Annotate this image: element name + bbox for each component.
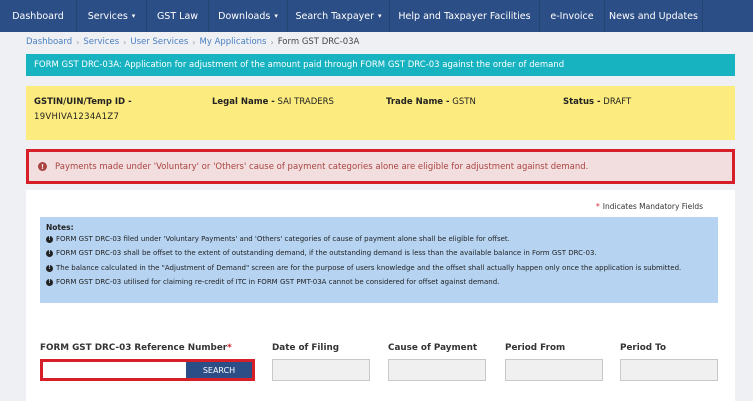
- exclamation-circle-icon: !: [46, 250, 53, 258]
- nav-label: Search Taxpayer: [295, 10, 375, 22]
- asterisk-icon: *: [596, 202, 600, 211]
- note-item: ! FORM GST DRC-03 shall be offset to the …: [46, 249, 712, 258]
- period-to-label: Period To: [620, 343, 667, 353]
- date-of-filing-field: [272, 359, 370, 381]
- status-label: Status -: [563, 97, 601, 107]
- legal-name-label: Legal Name -: [212, 97, 275, 107]
- nav-services[interactable]: Services ▾: [77, 0, 147, 32]
- notes-box: Notes: ! FORM GST DRC-03 filed under 'Vol…: [40, 217, 718, 303]
- note-item: ! FORM GST DRC-03 filed under 'Voluntary …: [46, 235, 712, 244]
- nav-dashboard[interactable]: Dashboard: [0, 0, 77, 32]
- caret-down-icon: ▾: [131, 12, 136, 20]
- ref-number-label-text: FORM GST DRC-03 Reference Number: [40, 343, 228, 353]
- note-text: The balance calculated in the "Adjustmen…: [56, 263, 682, 272]
- nav-label: Dashboard: [12, 10, 64, 22]
- exclamation-circle-icon: !: [46, 236, 53, 243]
- status-value: DRAFT: [603, 97, 632, 107]
- ref-number-group: SEARCH: [40, 359, 255, 381]
- breadcrumb-user-services[interactable]: User Services: [130, 37, 188, 47]
- caret-down-icon: ▾: [378, 12, 382, 20]
- nav-label: Help and Taxpayer Facilities: [398, 10, 531, 22]
- note-text: FORM GST DRC-03 shall be offset to the e…: [56, 249, 597, 258]
- legal-name-value: SAI TRADERS: [277, 97, 334, 107]
- gstin-label: GSTIN/UIN/Temp ID -: [34, 97, 132, 107]
- nav-news[interactable]: News and Updates: [605, 0, 703, 32]
- eligibility-alert: ! Payments made under 'Voluntary' or 'Ot…: [26, 149, 735, 184]
- trade-name-label: Trade Name -: [386, 97, 450, 107]
- nav-gst-law[interactable]: GST Law: [147, 0, 209, 32]
- note-text: FORM GST DRC-03 filed under 'Voluntary P…: [56, 235, 510, 243]
- exclamation-circle-icon: !: [38, 162, 47, 171]
- nav-label: GST Law: [156, 10, 199, 22]
- top-navbar: Dashboard Services ▾ GST Law Downloads ▾ S…: [0, 0, 753, 32]
- breadcrumb-my-applications[interactable]: My Applications: [200, 37, 267, 47]
- breadcrumb: Dashboard › Services › User Services › M…: [26, 36, 359, 48]
- breadcrumb-separator-icon: ›: [270, 37, 274, 47]
- cause-of-payment-field: [388, 359, 486, 381]
- form-panel: * Indicates Mandatory Fields Notes: ! FORM…: [26, 190, 735, 401]
- alert-text: Payments made under 'Voluntary' or 'Othe…: [55, 161, 589, 172]
- legal-name-field: Legal Name - SAI TRADERS: [212, 97, 334, 107]
- mandatory-note: * Indicates Mandatory Fields: [596, 202, 703, 211]
- note-item: ! FORM GST DRC-03 utilised for claiming r…: [46, 278, 712, 287]
- trade-name-value: GSTN: [452, 97, 476, 107]
- trade-name-field: Trade Name - GSTN: [386, 97, 476, 107]
- nav-label: Downloads: [218, 10, 271, 22]
- mandatory-note-text: Indicates Mandatory Fields: [602, 202, 703, 211]
- nav-label: Services: [87, 10, 128, 22]
- form-title-bar: FORM GST DRC-03A: Application for adjust…: [26, 54, 735, 76]
- nav-label: News and Updates: [609, 10, 698, 22]
- caret-down-icon: ▾: [274, 12, 278, 20]
- notes-title: Notes:: [46, 223, 74, 232]
- breadcrumb-current: Form GST DRC-03A: [277, 37, 360, 47]
- exclamation-circle-icon: !: [46, 265, 53, 272]
- search-button[interactable]: SEARCH: [186, 362, 252, 378]
- cause-of-payment-label: Cause of Payment: [388, 343, 478, 353]
- period-from-label: Period From: [505, 343, 566, 353]
- status-field: Status - DRAFT: [563, 97, 631, 107]
- taxpayer-details: GSTIN/UIN/Temp ID - 19VHIVA1234A1Z7 Lega…: [26, 86, 735, 140]
- nav-label: e-Invoice: [550, 10, 594, 22]
- breadcrumb-separator-icon: ›: [192, 37, 196, 47]
- note-text: FORM GST DRC-03 utilised for claiming re…: [56, 278, 500, 287]
- nav-help[interactable]: Help and Taxpayer Facilities: [390, 0, 540, 32]
- asterisk-icon: *: [227, 343, 232, 353]
- breadcrumb-services[interactable]: Services: [83, 37, 119, 47]
- note-item: ! The balance calculated in the "Adjustme…: [46, 264, 712, 273]
- form-title: FORM GST DRC-03A: Application for adjust…: [34, 60, 565, 70]
- breadcrumb-dashboard[interactable]: Dashboard: [26, 37, 72, 47]
- breadcrumb-separator-icon: ›: [123, 37, 127, 47]
- gstin-value: 19VHIVA1234A1Z7: [34, 112, 120, 122]
- nav-e-invoice[interactable]: e-Invoice: [540, 0, 605, 32]
- date-of-filing-label: Date of Filing: [272, 343, 340, 353]
- period-to-field: [620, 359, 718, 381]
- breadcrumb-separator-icon: ›: [76, 37, 80, 47]
- period-from-field: [505, 359, 603, 381]
- ref-number-input[interactable]: [43, 362, 186, 378]
- ref-number-label: FORM GST DRC-03 Reference Number*: [40, 343, 232, 353]
- exclamation-circle-icon: !: [46, 279, 53, 287]
- nav-downloads[interactable]: Downloads ▾: [209, 0, 288, 32]
- gstin-field: GSTIN/UIN/Temp ID - 19VHIVA1234A1Z7: [34, 97, 132, 122]
- nav-search-taxpayer[interactable]: Search Taxpayer ▾: [288, 0, 390, 32]
